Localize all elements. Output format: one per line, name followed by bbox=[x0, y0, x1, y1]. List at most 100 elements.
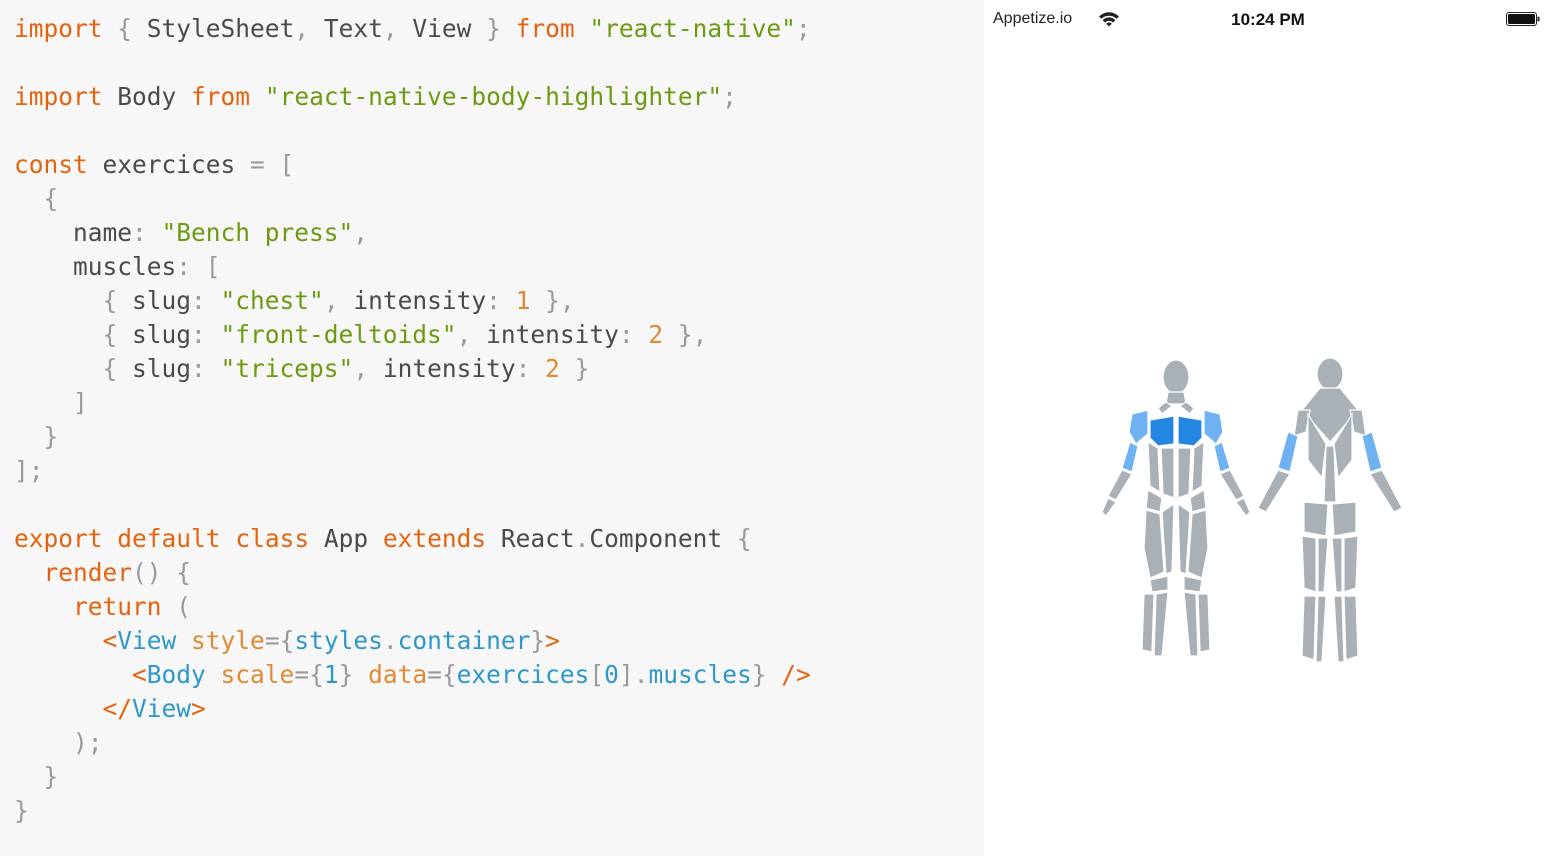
code-token: name bbox=[14, 218, 133, 247]
code-token: "react-native-body-highlighter" bbox=[264, 82, 723, 111]
front-neck bbox=[1165, 391, 1187, 405]
code-token: } bbox=[530, 626, 546, 655]
code-editor[interactable]: import { StyleSheet, Text, View } from "… bbox=[0, 0, 984, 856]
status-time: 10:24 PM bbox=[1231, 10, 1305, 29]
code-token: return bbox=[73, 592, 162, 621]
code-line[interactable]: return ( bbox=[14, 590, 191, 624]
code-token: } bbox=[14, 422, 59, 451]
code-token: < bbox=[14, 626, 118, 655]
code-line[interactable]: export default class App extends React.C… bbox=[14, 522, 752, 556]
front-biceps-right bbox=[1213, 441, 1231, 473]
front-calf-outer-right bbox=[1197, 593, 1211, 653]
code-token: Text bbox=[323, 14, 383, 43]
code-token: < bbox=[14, 660, 147, 689]
code-token: slug bbox=[132, 286, 192, 315]
code-line[interactable]: name: "Bench press", bbox=[14, 216, 368, 250]
code-token: View bbox=[117, 626, 177, 655]
code-token: ); bbox=[14, 728, 103, 757]
code-token: : bbox=[515, 354, 546, 383]
code-line[interactable]: import Body from "react-native-body-high… bbox=[14, 80, 737, 114]
front-hip-right bbox=[1189, 489, 1207, 513]
code-token: : bbox=[191, 354, 221, 383]
code-line[interactable]: ); bbox=[14, 726, 103, 760]
code-token: 1 bbox=[323, 660, 339, 689]
ios-status-bar: Appetize.io 10:24 PM bbox=[984, 0, 1552, 40]
code-token: 0 bbox=[604, 660, 619, 689]
code-token: exercices bbox=[87, 150, 251, 179]
code-token: }, bbox=[530, 286, 575, 315]
code-token: muscles bbox=[14, 252, 177, 281]
code-token: "Bench press" bbox=[161, 218, 354, 247]
code-token: > bbox=[191, 694, 206, 723]
front-knee-left bbox=[1149, 575, 1169, 593]
body-front-view bbox=[1102, 359, 1251, 657]
code-token: : bbox=[486, 286, 516, 315]
back-triceps-right bbox=[1361, 431, 1383, 473]
code-line[interactable]: { slug: "chest", intensity: 1 }, bbox=[14, 284, 575, 318]
code-token: muscles bbox=[648, 660, 752, 689]
battery-icon bbox=[1506, 12, 1540, 26]
back-forearm-right bbox=[1369, 469, 1403, 513]
code-token: 1 bbox=[515, 286, 531, 315]
code-token: { bbox=[14, 184, 59, 213]
code-token: () { bbox=[132, 558, 192, 587]
back-calf-left bbox=[1301, 595, 1317, 661]
code-token: }, bbox=[663, 320, 708, 349]
code-line[interactable]: } bbox=[14, 794, 29, 828]
code-token: default bbox=[117, 524, 221, 553]
code-token: ={ bbox=[264, 626, 295, 655]
code-line[interactable]: muscles: [ bbox=[14, 250, 221, 284]
code-token: </ bbox=[14, 694, 133, 723]
code-line[interactable]: const exercices = [ bbox=[14, 148, 294, 182]
code-token: "triceps" bbox=[220, 354, 354, 383]
code-line[interactable]: ] bbox=[14, 386, 88, 420]
front-hip-left bbox=[1145, 489, 1163, 513]
back-hamstring-outer-right bbox=[1343, 535, 1359, 593]
code-line[interactable]: <Body scale={1} data={exercices[0].muscl… bbox=[14, 658, 811, 692]
back-soleus-right bbox=[1333, 595, 1345, 663]
code-token: from bbox=[515, 14, 575, 43]
code-token: : bbox=[191, 286, 221, 315]
front-oblique-right bbox=[1191, 440, 1205, 494]
code-line[interactable]: { slug: "front-deltoids", intensity: 2 }… bbox=[14, 318, 708, 352]
code-token: import bbox=[14, 14, 103, 43]
code-line[interactable]: { bbox=[14, 182, 59, 216]
back-lower-back bbox=[1323, 445, 1337, 503]
code-token: container bbox=[397, 626, 531, 655]
front-forearm-left bbox=[1107, 469, 1133, 501]
code-token: ] bbox=[14, 388, 88, 417]
code-line[interactable]: import { StyleSheet, Text, View } from "… bbox=[14, 12, 811, 46]
code-token: ={ bbox=[294, 660, 324, 689]
code-token: ]. bbox=[618, 660, 649, 689]
front-calf-inner-left bbox=[1153, 591, 1169, 657]
code-token: , bbox=[323, 286, 354, 315]
device-simulator-screen[interactable]: Appetize.io 10:24 PM bbox=[984, 0, 1552, 856]
front-chest-left bbox=[1149, 415, 1175, 447]
code-line[interactable]: } bbox=[14, 420, 59, 454]
back-soleus-left bbox=[1315, 595, 1327, 663]
front-quad-outer-right bbox=[1187, 509, 1209, 579]
code-token: ]; bbox=[14, 456, 44, 485]
code-token: : bbox=[132, 218, 162, 247]
front-calf-outer-left bbox=[1141, 593, 1155, 653]
code-token: export bbox=[14, 524, 103, 553]
code-line[interactable]: { slug: "triceps", intensity: 2 } bbox=[14, 352, 590, 386]
code-line[interactable]: <View style={styles.container}> bbox=[14, 624, 560, 658]
code-token: /> bbox=[781, 660, 811, 689]
code-token: "chest" bbox=[220, 286, 324, 315]
front-abs-right bbox=[1177, 447, 1192, 499]
code-line[interactable]: render() { bbox=[14, 556, 192, 590]
code-line[interactable]: ]; bbox=[14, 454, 44, 488]
code-token: } bbox=[338, 660, 369, 689]
back-hamstring-inner-right bbox=[1331, 537, 1343, 593]
code-line[interactable]: } bbox=[14, 760, 59, 794]
code-line[interactable]: </View> bbox=[14, 692, 206, 726]
front-chest-right bbox=[1177, 415, 1203, 447]
